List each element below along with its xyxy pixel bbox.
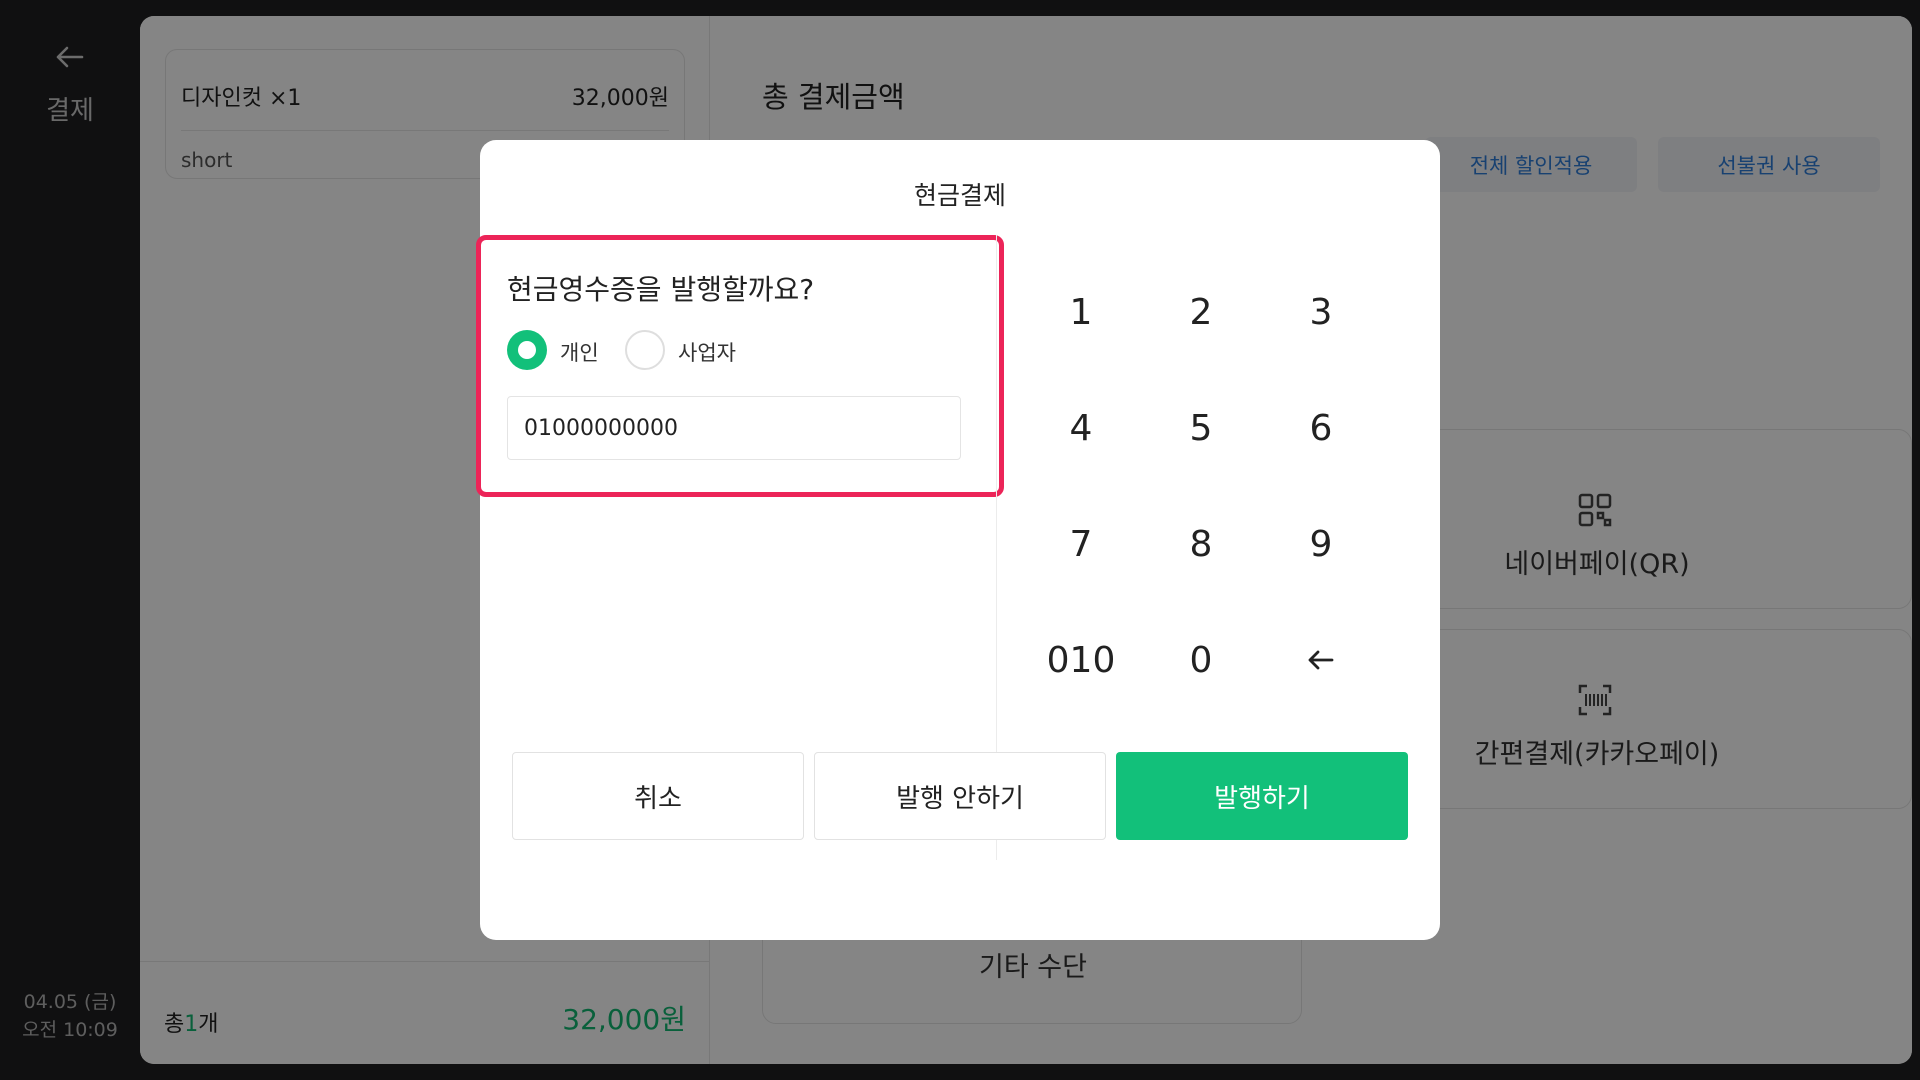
- modal-title: 현금결제: [913, 181, 1006, 210]
- key-010[interactable]: 010: [1031, 620, 1131, 700]
- key-0[interactable]: 0: [1151, 620, 1251, 700]
- key-7[interactable]: 7: [1031, 504, 1131, 584]
- issue-receipt-button[interactable]: 발행하기: [1116, 752, 1408, 840]
- key-1[interactable]: 1: [1031, 272, 1131, 352]
- cash-receipt-section: 현금영수증을 발행할까요? 개인 사업자: [476, 235, 1004, 497]
- radio-personal[interactable]: [507, 330, 547, 370]
- cancel-button[interactable]: 취소: [512, 752, 804, 840]
- backspace-arrow-icon: [1308, 650, 1334, 670]
- key-3[interactable]: 3: [1271, 272, 1371, 352]
- no-issue-button[interactable]: 발행 안하기: [814, 752, 1106, 840]
- key-6[interactable]: 6: [1271, 388, 1371, 468]
- key-8[interactable]: 8: [1151, 504, 1251, 584]
- key-2[interactable]: 2: [1151, 272, 1251, 352]
- key-5[interactable]: 5: [1151, 388, 1251, 468]
- key-4[interactable]: 4: [1031, 388, 1131, 468]
- radio-business[interactable]: [625, 330, 665, 370]
- backspace-key[interactable]: [1271, 620, 1371, 700]
- phone-number-input[interactable]: [507, 396, 961, 460]
- radio-business-label[interactable]: 사업자: [678, 337, 736, 367]
- key-9[interactable]: 9: [1271, 504, 1371, 584]
- receipt-question: 현금영수증을 발행할까요?: [507, 273, 815, 306]
- radio-personal-label[interactable]: 개인: [560, 337, 599, 367]
- cash-payment-modal: 현금결제 현금영수증을 발행할까요? 개인 사업자 1 2 3 4 5 6 7 …: [476, 140, 1440, 940]
